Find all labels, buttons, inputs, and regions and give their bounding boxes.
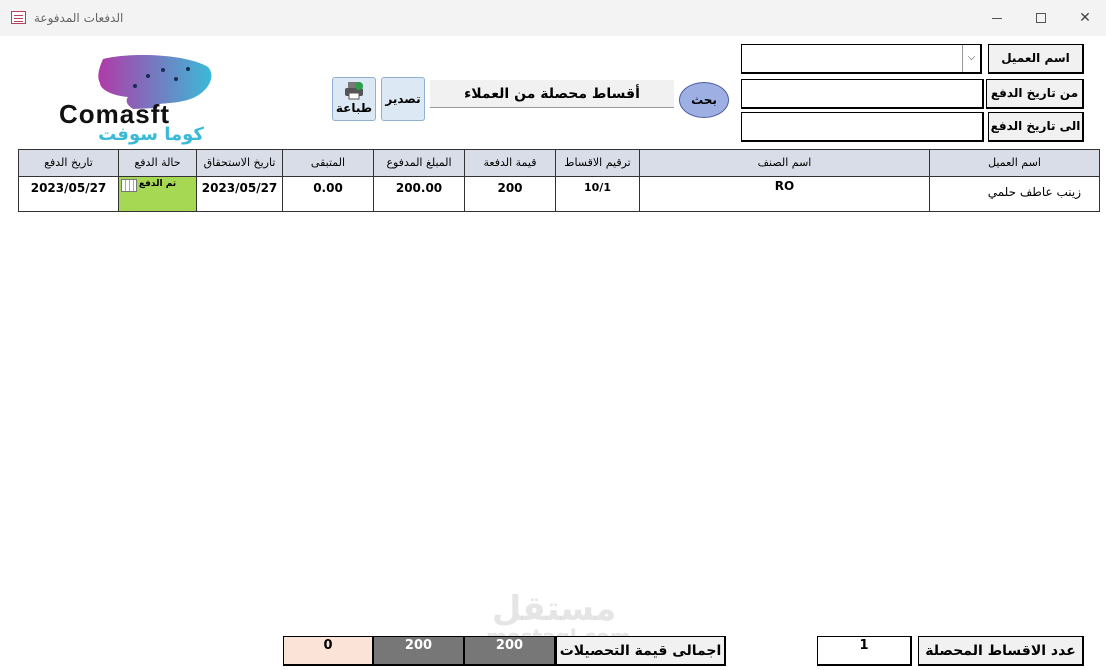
table-cell-payment-date[interactable]: 2023/05/27: [18, 176, 119, 212]
minimize-button[interactable]: [974, 6, 1020, 30]
table-header-item: اسم الصنف: [639, 149, 930, 177]
table-cell-installment-no[interactable]: 10/1: [555, 176, 640, 212]
watermark-text: مستقل: [491, 589, 617, 629]
form-content: Comasft كوما سوفت طباعة تصدير أقساط محصل…: [0, 36, 1106, 670]
table-header-payment-status: حالة الدفع: [118, 149, 197, 177]
title-bar: الدفعات المدفوعة ✕: [0, 0, 1106, 36]
table-header-payment-date: تاريخ الدفع: [18, 149, 119, 177]
table-cell-remaining[interactable]: 0.00: [282, 176, 374, 212]
total-remaining-box: 0: [283, 636, 374, 666]
payment-status-label: تم الدفع: [138, 179, 177, 189]
table-header-paid-amount: المبلغ المدفوع: [373, 149, 465, 177]
table-header-remaining: المتبقى: [282, 149, 374, 177]
table-header-due-date: تاريخ الاستحقاق: [196, 149, 283, 177]
window-title: الدفعات المدفوعة: [34, 11, 124, 25]
installments-count-label: عدد الاقساط المحصلة: [918, 636, 1084, 666]
installments-table: اسم العميل اسم الصنف ترقيم الاقساط قيمة …: [18, 149, 1100, 212]
from-date-input[interactable]: [741, 79, 984, 109]
export-button[interactable]: تصدير: [381, 77, 425, 121]
form-icon: [11, 11, 26, 24]
table-cell-customer[interactable]: زينب عاطف حلمي: [929, 176, 1100, 212]
logo-arabic-text: كوما سوفت: [98, 124, 204, 145]
print-button[interactable]: طباعة: [332, 77, 376, 121]
company-logo: Comasft كوما سوفت: [55, 54, 240, 145]
printer-icon: [345, 82, 363, 100]
customer-label: اسم العميل: [988, 44, 1084, 74]
chevron-down-icon[interactable]: ⌵: [962, 45, 980, 72]
table-header-installment-no: ترقيم الاقساط: [555, 149, 640, 177]
table-header-customer: اسم العميل: [929, 149, 1100, 177]
table-header-installment-value: قيمة الدفعة: [464, 149, 556, 177]
maximize-icon: [1036, 13, 1046, 23]
table-cell-installment-value[interactable]: 200: [464, 176, 556, 212]
total-value-box: 200: [464, 636, 556, 666]
table-cell-item[interactable]: RO: [639, 176, 930, 212]
customer-select[interactable]: ⌵: [741, 44, 982, 74]
paid-installments-window: الدفعات المدفوعة ✕ Comasft كوما سوفت طبا…: [0, 0, 1106, 670]
maximize-button[interactable]: [1018, 6, 1064, 30]
total-paid-box: 200: [373, 636, 465, 666]
table-cell-due-date[interactable]: 2023/05/27: [196, 176, 283, 212]
to-date-label: الى تاريخ الدفع: [988, 112, 1084, 142]
table-cell-paid-amount[interactable]: 200.00: [373, 176, 465, 212]
close-button[interactable]: ✕: [1062, 6, 1106, 30]
to-date-input[interactable]: [741, 112, 984, 142]
minimize-icon: [992, 17, 1002, 19]
print-label: طباعة: [335, 101, 373, 115]
report-heading: أقساط محصلة من العملاء: [430, 80, 674, 108]
total-collections-label: اجمالى قيمة التحصيلات: [556, 636, 726, 666]
from-date-label: من تاريخ الدفع: [986, 79, 1084, 109]
search-button[interactable]: بحث: [679, 82, 729, 118]
table-cell-payment-status[interactable]: تم الدفع: [118, 176, 197, 212]
calendar-icon[interactable]: [121, 179, 137, 192]
installments-count-box: 1: [817, 636, 912, 666]
